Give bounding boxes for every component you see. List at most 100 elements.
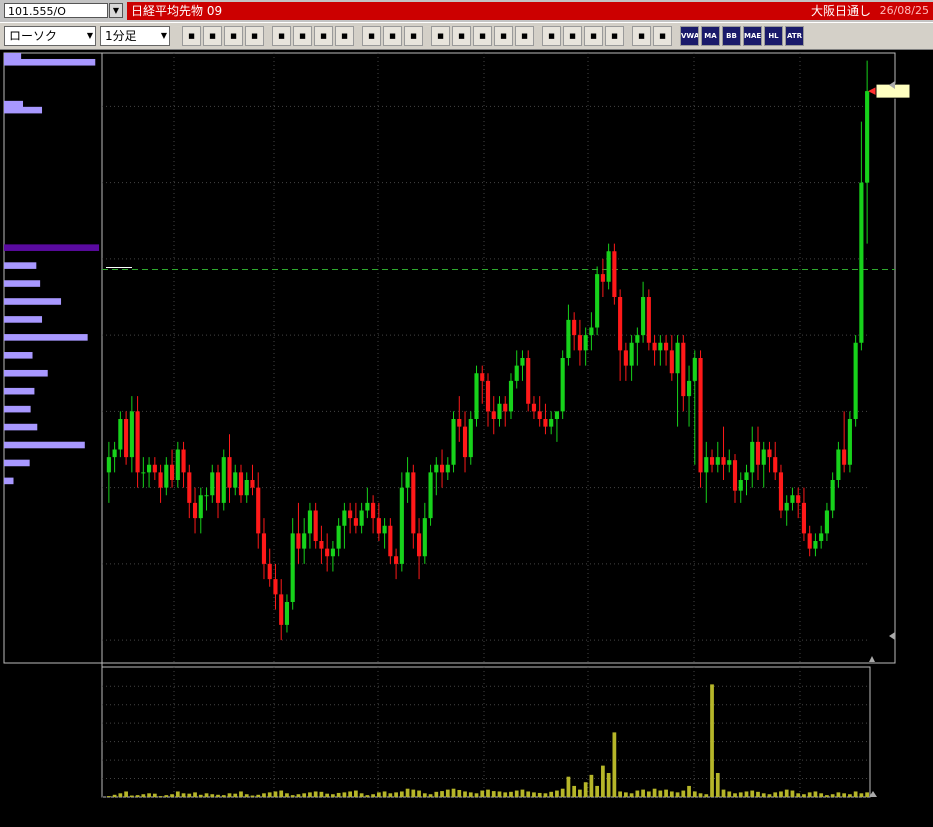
candle-body [215,472,221,503]
candle-body [836,449,841,480]
volume-bar [618,791,622,797]
candle-body [807,533,812,549]
volume-bar [681,790,686,797]
volume-bar [698,793,703,797]
volume-bar [285,793,289,797]
volume-profile-bar [4,244,100,251]
volume-bar [669,791,674,797]
volume-bar [267,792,272,797]
candle-body [549,419,554,427]
candle-body [842,449,847,465]
candle-body [302,533,307,549]
candle-body [847,419,852,465]
volume-bar [193,792,197,797]
volume-bar [756,791,760,797]
candle-body [284,602,290,625]
candle-body [411,472,416,534]
volume-bar [279,790,284,797]
candle-body [646,297,651,343]
candle-body [233,472,238,488]
candle-body [577,335,582,351]
volume-bar [445,789,450,797]
volume-bar [227,793,232,797]
candle-body [750,441,755,473]
candle-body [439,464,445,473]
volume-bar [750,790,755,797]
candle-body [583,335,588,351]
volume-bar [348,791,353,797]
volume-bar [313,791,318,797]
candle-body [543,419,548,427]
candle-body [514,365,519,381]
volume-bar [704,794,709,797]
volume-bar [124,791,128,797]
candle-body [652,342,657,351]
volume-bar [727,791,732,797]
candle-body [589,327,594,336]
candle-body [526,358,531,404]
volume-bar [652,788,657,797]
volume-bar [733,793,737,797]
volume-bar [836,792,841,797]
candle-body [273,579,278,595]
candle-body [336,525,341,549]
candle-body [704,457,709,473]
volume-bar [807,792,812,797]
candle-body [732,460,738,491]
candle-body [692,358,697,381]
volume-profile-bar [4,387,35,395]
volume-bar [336,792,341,797]
volume-bar [825,795,829,797]
volume-bar [606,773,611,797]
candle-body [865,91,870,183]
candle-body [457,419,462,427]
candle-body [537,411,542,419]
volume-bar [767,794,772,797]
volume-bar [359,793,364,797]
volume-bar [566,776,571,797]
candle-body [755,441,761,465]
candle-body [169,464,175,480]
volume-profile-bar [4,441,85,449]
candle-body [371,502,376,519]
volume-bar [262,793,266,797]
candle-body [462,426,468,458]
volume-bar [170,794,174,797]
volume-bar [308,792,312,797]
volume-bar [290,795,295,797]
candle-body [141,472,146,474]
volume-bar [112,794,117,797]
volume-bar [181,793,186,797]
volume-profile-bar [4,405,31,413]
candle-body [290,533,295,602]
candle-body [422,518,427,557]
candle-body [244,480,249,496]
volume-bar [658,790,663,797]
candle-body [181,449,186,473]
candle-body [428,472,433,519]
volume-bar [514,790,519,797]
candle-body [819,533,824,541]
volume-bar [129,795,134,797]
candle-body [727,460,732,465]
candle-body [566,319,571,358]
volume-bar [813,791,818,797]
volume-profile-bar [4,369,48,377]
candle-body [330,548,335,557]
volume-bar [859,793,864,797]
candle-body [813,541,818,549]
candle-body [319,541,324,549]
volume-bar [428,794,433,797]
candle-body [147,464,152,473]
volume-bar [107,796,111,797]
volume-bar [302,793,307,797]
volume-bar [773,792,778,797]
volume-bar [365,795,370,797]
candle-body [641,297,646,336]
candle-body [629,342,634,366]
volume-profile-bar [4,100,24,108]
candle-body [801,502,807,534]
main-frame [3,52,896,664]
candle-body [175,449,180,480]
volume-bar [796,793,801,797]
